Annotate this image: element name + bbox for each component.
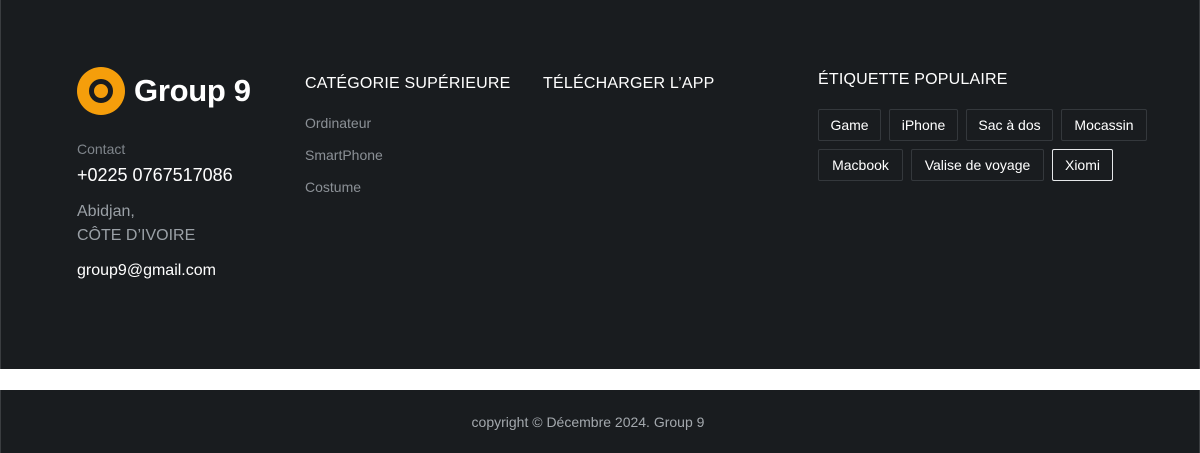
footer-divider: [0, 369, 1200, 390]
contact-phone[interactable]: +0225 0767517086: [77, 165, 233, 186]
category-link-smartphone[interactable]: SmartPhone: [305, 147, 383, 163]
tag-game[interactable]: Game: [818, 109, 881, 141]
contact-country: CÔTE D’IVOIRE: [77, 227, 196, 244]
logo-ring: [89, 79, 113, 103]
copyright-bar: copyright © Décembre 2024. Group 9: [0, 390, 1200, 453]
contact-city: Abidjan,: [77, 203, 135, 220]
tag-macbook[interactable]: Macbook: [818, 149, 903, 181]
logo-icon: [77, 67, 125, 115]
tag-sac-a-dos[interactable]: Sac à dos: [966, 109, 1053, 141]
site-footer: Group 9 Contact +0225 0767517086 Abidjan…: [0, 0, 1200, 369]
brand-name: Group 9: [134, 73, 251, 108]
categories-title: CATÉGORIE SUPÉRIEURE: [305, 75, 511, 92]
tag-valise-de-voyage[interactable]: Valise de voyage: [911, 149, 1044, 181]
popular-tags-title: ÉTIQUETTE POPULAIRE: [818, 71, 1008, 88]
category-link-costume[interactable]: Costume: [305, 179, 361, 195]
tag-mocassin[interactable]: Mocassin: [1061, 109, 1147, 141]
contact-label: Contact: [77, 141, 126, 157]
footer-brand[interactable]: Group 9: [77, 67, 251, 115]
contact-email[interactable]: group9@gmail.com: [77, 262, 216, 280]
tag-xiomi[interactable]: Xiomi: [1052, 149, 1113, 181]
category-link-ordinateur[interactable]: Ordinateur: [305, 115, 371, 131]
copyright-text: copyright © Décembre 2024. Group 9: [471, 413, 705, 430]
tag-iphone[interactable]: iPhone: [889, 109, 958, 141]
download-app-title: TÉLÉCHARGER L’APP: [543, 75, 715, 92]
